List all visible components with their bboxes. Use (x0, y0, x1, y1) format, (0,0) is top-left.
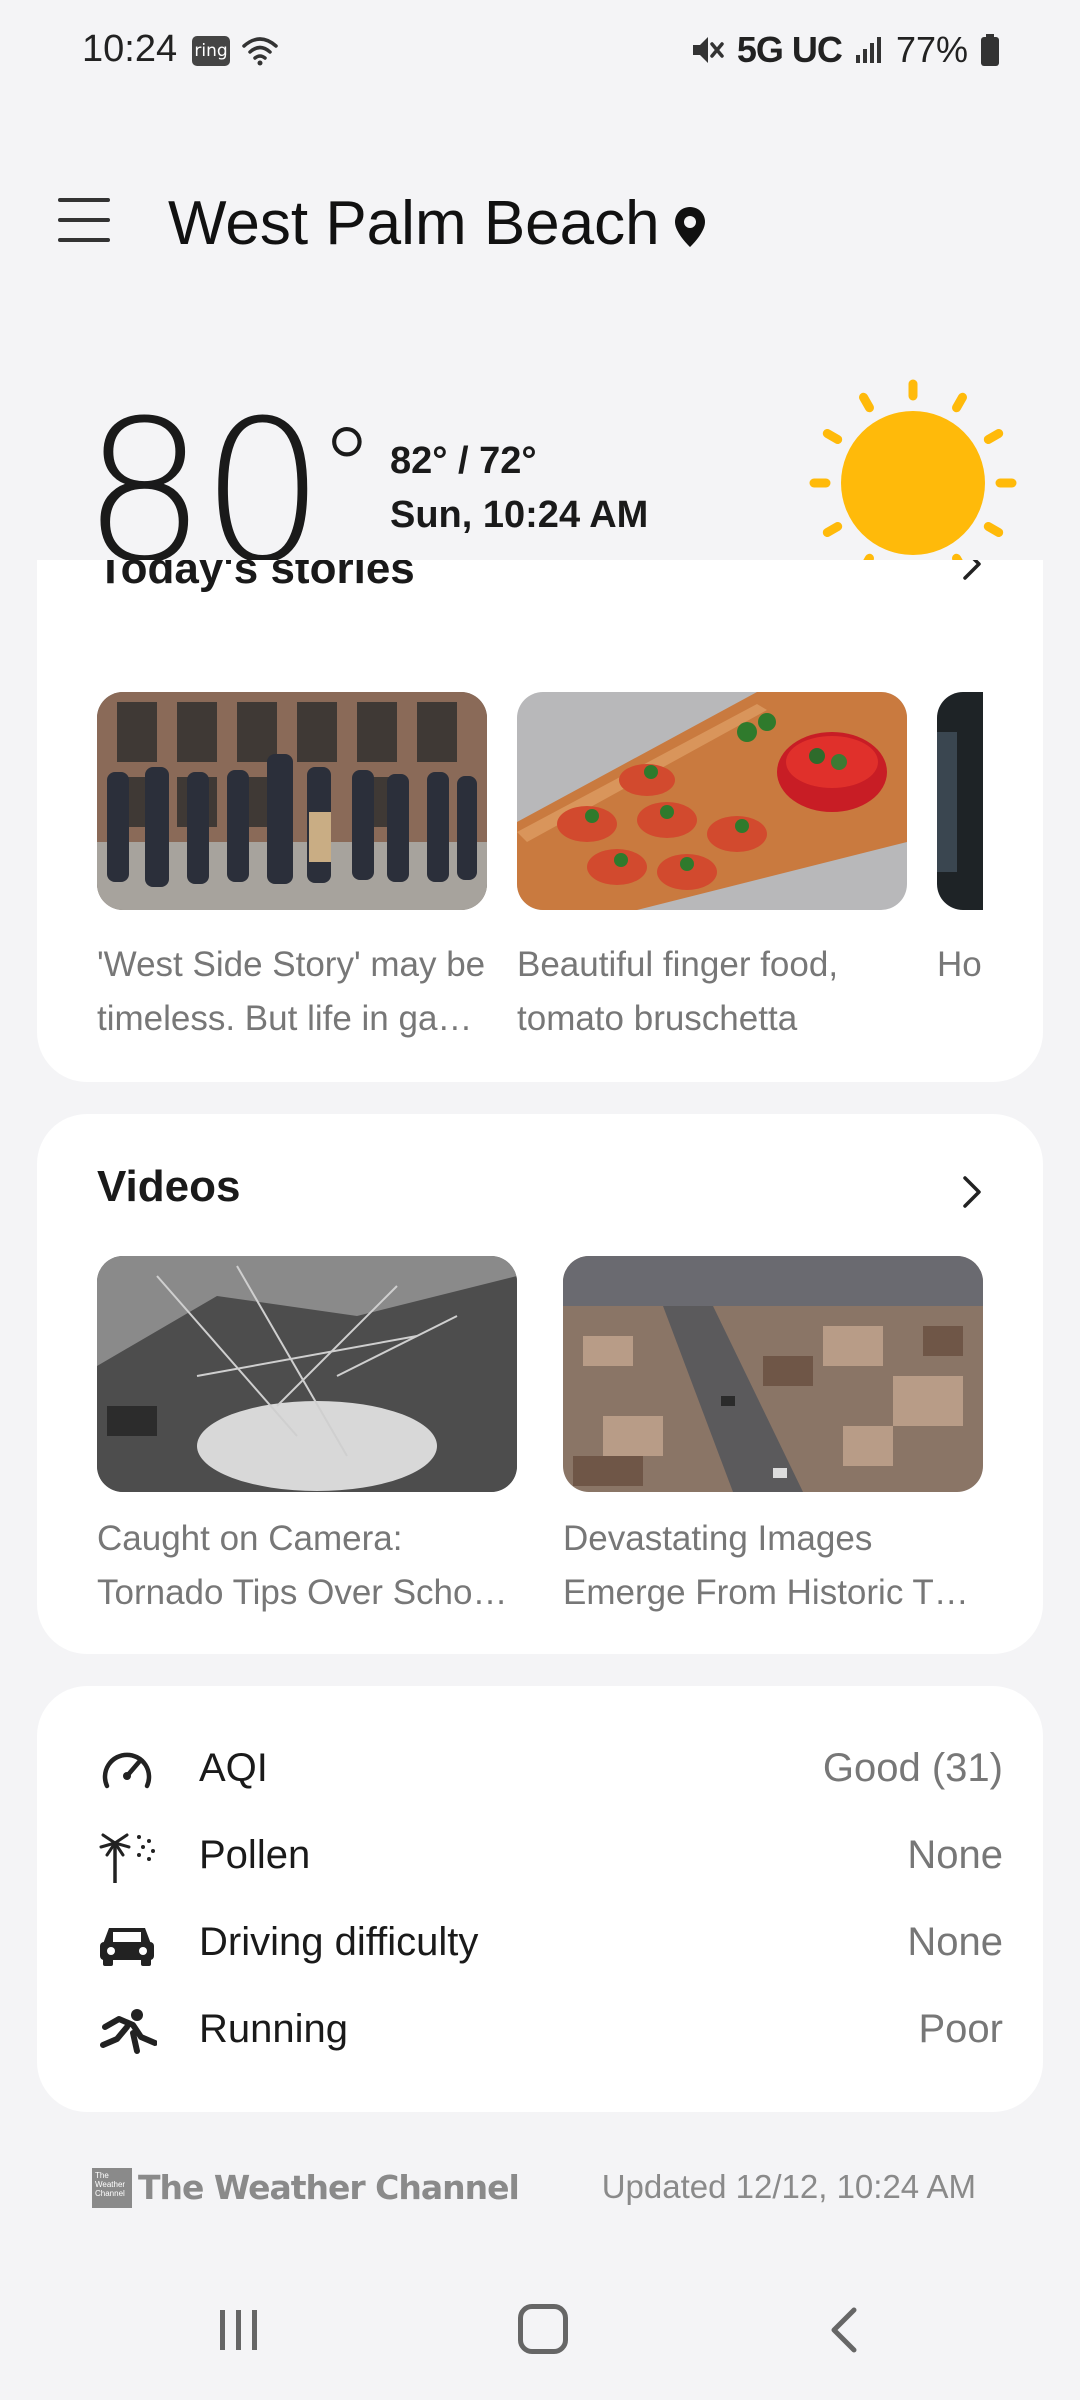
condition-value: None (907, 1833, 1003, 1877)
chevron-right-icon[interactable] (959, 560, 985, 582)
system-nav-bar (0, 2260, 1080, 2400)
network-label: 5G UC (736, 29, 843, 70)
menu-icon[interactable] (58, 198, 110, 246)
chevron-right-icon[interactable] (959, 1174, 985, 1210)
video-thumbnail[interactable] (97, 1256, 517, 1492)
updated-timestamp: Updated 12/12, 10:24 AM (601, 2168, 976, 2205)
videos-card: Videos Caught on Camera: Tornado Tips Ov… (37, 1114, 1043, 1654)
home-icon[interactable] (518, 2304, 568, 2354)
provider-name[interactable]: The Weather Channel (138, 2168, 520, 2207)
condition-value: Poor (918, 2007, 1004, 2051)
story-caption[interactable]: Ho (937, 938, 983, 992)
video-caption[interactable]: Devastating Images Emerge From Historic … (563, 1512, 983, 1620)
video-thumbnail[interactable] (563, 1256, 983, 1492)
battery-percent: 77% (895, 29, 968, 70)
story-thumbnail[interactable] (97, 692, 487, 910)
ring-icon: ring (192, 36, 230, 66)
story-caption[interactable]: Beautiful finger food, tomato bruschetta (517, 938, 912, 1046)
condition-value: Good (31) (822, 1746, 1003, 1790)
gauge-icon (102, 1752, 152, 1789)
running-row[interactable]: Running Poor (97, 1999, 1003, 2063)
wifi-icon (242, 37, 278, 66)
stories-card: Today's stories 'West Side Story' may be… (37, 560, 1043, 1082)
driving-row[interactable]: Driving difficulty None (97, 1912, 1003, 1976)
condition-label: AQI (199, 1746, 268, 1790)
video-caption[interactable]: Caught on Camera: Tornado Tips Over Scho… (97, 1512, 517, 1620)
condition-value: None (907, 1920, 1003, 1964)
story-caption[interactable]: 'West Side Story' may be timeless. But l… (97, 938, 492, 1046)
current-datetime: Sun, 10:24 AM (390, 494, 649, 536)
back-icon[interactable] (826, 2306, 862, 2354)
recents-icon[interactable] (214, 2308, 264, 2352)
location-pin-icon[interactable] (672, 205, 708, 249)
sun-icon (809, 379, 1017, 587)
condition-label: Running (199, 2007, 349, 2051)
condition-label: Driving difficulty (199, 1920, 479, 1964)
car-icon (100, 1928, 154, 1966)
running-icon (100, 2009, 157, 2054)
condition-label: Pollen (199, 1833, 311, 1877)
mute-icon (692, 37, 724, 63)
videos-title[interactable]: Videos (97, 1162, 240, 1212)
story-thumbnail[interactable] (937, 692, 983, 910)
status-bar: 10:24 ring 5G UC 77% (0, 0, 1080, 100)
status-time: 10:24 (82, 28, 178, 70)
pollen-row[interactable]: Pollen None (97, 1825, 1003, 1889)
stories-title[interactable]: Today's stories (97, 560, 415, 594)
aqi-row[interactable]: AQI Good (31) (97, 1738, 1003, 1802)
high-low-temperature: 82° / 72° (390, 440, 537, 482)
story-thumbnail[interactable] (517, 692, 907, 910)
signal-icon (855, 37, 881, 63)
conditions-card: AQI Good (31) Pollen None Driving diffic… (37, 1686, 1043, 2112)
battery-icon (981, 34, 999, 66)
weather-channel-logo[interactable]: The Weather Channel (92, 2168, 132, 2208)
location-title[interactable]: West Palm Beach (168, 188, 660, 259)
pollen-icon (99, 1833, 155, 1883)
